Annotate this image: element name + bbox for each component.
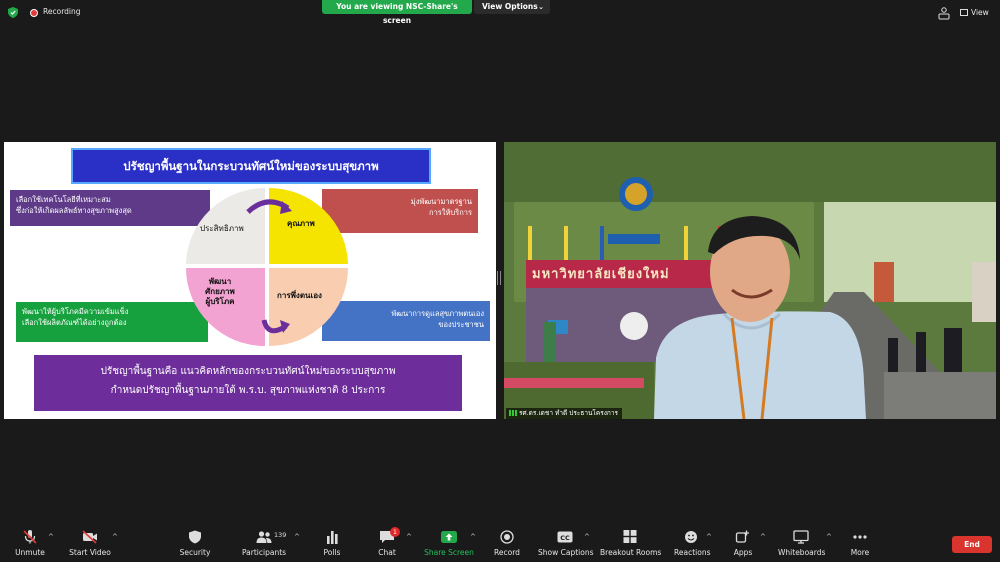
slide-box-bottom-left: พัฒนาให้ผู้บริโภคมีความเข้มแข็ง เลือกใช้… [16, 302, 208, 342]
unmute-button[interactable]: Unmute [14, 530, 46, 557]
more-button[interactable]: More [848, 530, 872, 557]
view-options-button[interactable]: View Options ⌄ [474, 0, 550, 14]
whiteboards-caret-icon[interactable]: ^ [826, 533, 832, 541]
polls-label: Polls [323, 548, 341, 557]
breakout-rooms-grid-icon [623, 530, 637, 543]
summary-line: กำหนดปรัชญาพื้นฐานภายใต้ พ.ร.บ. สุขภาพแห… [110, 385, 386, 396]
closed-captions-icon: CC [557, 531, 573, 543]
start-video-button[interactable]: Start Video [68, 530, 112, 557]
quadrant-label-line: ศักยภาพ [205, 286, 235, 296]
chat-icon-wrap: 1 [379, 527, 400, 544]
breakout-rooms-button[interactable]: Breakout Rooms [600, 530, 662, 557]
quadrant-label-line: ผู้บริโภค [205, 296, 235, 306]
participants-count: 139 [274, 531, 287, 539]
zoom-meeting-window: Recording You are viewing NSC-Share's sc… [0, 0, 1000, 562]
campus-sign-text: มหาวิทยาลัยเชียงใหม่ [532, 267, 670, 282]
start-video-label: Start Video [69, 548, 111, 557]
reactions-caret-icon[interactable]: ^ [706, 533, 712, 541]
chat-unread-badge: 1 [390, 527, 400, 537]
whiteboard-icon [793, 530, 809, 544]
view-options-label: View Options [482, 2, 538, 11]
participant-video-tile[interactable]: มหาวิทยาลัยเชียงใหม่ รศ.ดร.เดชา ทำดี ประ… [504, 142, 996, 419]
show-captions-label: Show Captions [538, 548, 594, 557]
chevron-down-icon: ⌄ [538, 3, 544, 11]
apps-caret-icon[interactable]: ^ [760, 533, 766, 541]
svg-text:CC: CC [560, 534, 570, 542]
meeting-toolbar: Unmute ^ Start Video ^ Security 139 Part… [0, 526, 1000, 562]
quadrant-label-efficiency: ประสิทธิภาพ [200, 224, 244, 233]
participants-icon [256, 531, 272, 543]
participant-name: รศ.ดร.เดชา ทำดี ประธานโครงการ [519, 409, 619, 417]
view-button[interactable]: View [960, 8, 989, 17]
participants-button[interactable]: 139 Participants [242, 530, 286, 557]
quadrant-label-self-reliance: การพึ่งตนเอง [277, 290, 322, 300]
unmute-label: Unmute [15, 548, 45, 557]
video-options-caret-icon[interactable]: ^ [112, 533, 118, 541]
slide-box-line: พัฒนาให้ผู้บริโภคมีความเข้มแข็ง [22, 307, 129, 316]
immersive-view-icon[interactable] [937, 6, 951, 20]
reactions-smiley-icon [685, 531, 697, 543]
whiteboards-button[interactable]: Whiteboards [778, 530, 826, 557]
apps-icon [735, 530, 749, 543]
participants-caret-icon[interactable]: ^ [294, 533, 300, 541]
slide-bottom-summary-box: ปรัชญาพื้นฐานคือ แนวคิดหลักของกระบวนทัศน… [34, 355, 462, 411]
share-screen-button[interactable]: Share Screen [424, 530, 474, 557]
recording-indicator-icon [30, 9, 38, 17]
more-label: More [850, 548, 870, 557]
video-camera-off-icon [82, 530, 97, 544]
share-screen-label: Share Screen [424, 548, 474, 557]
slide-title: ปรัชญาพื้นฐานในกระบวนทัศน์ใหม่ของระบบสุข… [71, 148, 431, 184]
shared-screen-slide: ปรัชญาพื้นฐานในกระบวนทัศน์ใหม่ของระบบสุข… [4, 142, 496, 419]
split-resize-handle[interactable] [497, 271, 501, 285]
polls-bar-icon [327, 531, 338, 544]
security-shield-icon[interactable] [8, 7, 18, 18]
signal-bars-icon [509, 410, 517, 416]
whiteboards-label: Whiteboards [778, 548, 826, 557]
reactions-label: Reactions [674, 548, 711, 557]
slide-box-line: พัฒนาการดูแลสุขภาพตนเอง [391, 309, 484, 318]
breakout-rooms-label: Breakout Rooms [600, 548, 662, 557]
captions-caret-icon[interactable]: ^ [584, 533, 590, 541]
quadrant-label-quality: คุณภาพ [287, 218, 315, 228]
security-label: Security [179, 548, 211, 557]
slide-box-line: เลือกใช้ผลิตภัณฑ์ได้อย่างถูกต้อง [22, 318, 127, 327]
record-label: Record [494, 548, 520, 557]
more-dots-icon [853, 535, 867, 539]
slide-box-line: ซึ่งก่อให้เกิดผลลัพธ์ทางสุขภาพสูงสุด [16, 206, 132, 215]
grid-view-icon [960, 9, 968, 16]
quadrant-circle-diagram [186, 188, 348, 346]
chat-caret-icon[interactable]: ^ [406, 533, 412, 541]
slide-box-line: เลือกใช้เทคโนโลยีที่เหมาะสม [16, 195, 111, 204]
participants-label: Participants [242, 548, 287, 557]
apps-label: Apps [733, 548, 753, 557]
quadrant-label-consumer-capacity: พัฒนา ศักยภาพ ผู้บริโภค [200, 276, 240, 306]
microphone-muted-icon [23, 530, 37, 544]
view-label: View [971, 8, 989, 17]
security-button[interactable]: Security [178, 530, 212, 557]
record-icon [500, 530, 514, 544]
share-screen-caret-icon[interactable]: ^ [470, 533, 476, 541]
slide-box-line: ของประชาชน [438, 320, 484, 329]
chat-button[interactable]: 1 Chat [374, 527, 400, 557]
viewing-screen-banner: You are viewing NSC-Share's screen [322, 0, 472, 25]
apps-button[interactable]: Apps [732, 530, 754, 557]
share-screen-arrow-icon [441, 531, 457, 543]
summary-line: ปรัชญาพื้นฐานคือ แนวคิดหลักของกระบวนทัศน… [100, 366, 396, 377]
chat-label: Chat [378, 548, 396, 557]
slide-box-top-left: เลือกใช้เทคโนโลยีที่เหมาะสม ซึ่งก่อให้เก… [10, 190, 210, 226]
quadrant-bottom-right [269, 268, 348, 346]
reactions-button[interactable]: Reactions [674, 530, 711, 557]
recording-label: Recording [43, 7, 81, 16]
participant-name-tag: รศ.ดร.เดชา ทำดี ประธานโครงการ [506, 408, 623, 419]
record-button[interactable]: Record [492, 530, 522, 557]
polls-button[interactable]: Polls [320, 530, 344, 557]
top-bar: Recording You are viewing NSC-Share's sc… [0, 0, 1000, 26]
audio-options-caret-icon[interactable]: ^ [48, 533, 54, 541]
quadrant-label-line: พัฒนา [208, 276, 232, 286]
end-meeting-button[interactable]: End [952, 536, 992, 553]
security-shield-icon [189, 530, 201, 544]
